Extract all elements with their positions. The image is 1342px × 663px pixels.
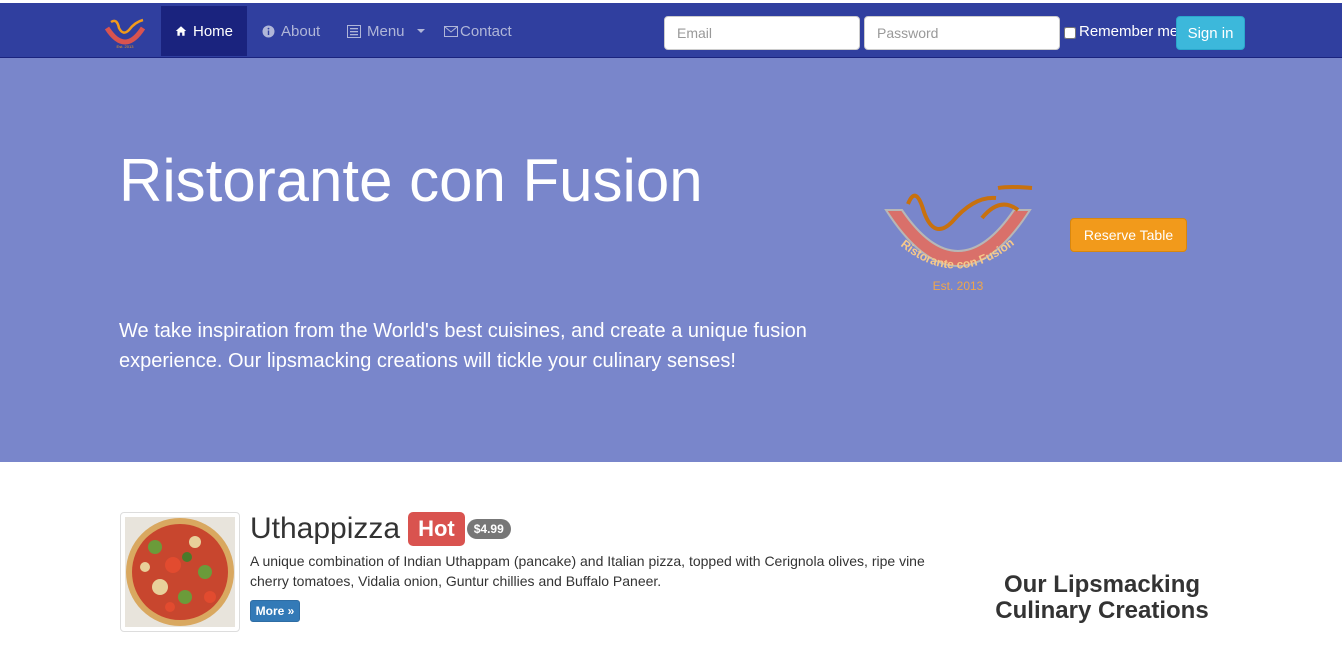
nav-about-label: About [281, 22, 321, 40]
side-heading: Our Lipsmacking Culinary Creations [995, 571, 1209, 624]
nav-menu[interactable]: Menu [347, 6, 425, 56]
nav-about[interactable]: About [262, 6, 320, 56]
price-badge: $4.99 [466, 519, 511, 539]
nav-contact[interactable]: Contact [444, 6, 512, 56]
nav-menu-label: Menu [367, 22, 405, 40]
list-icon [347, 24, 361, 38]
dish-name: Uthappizza [250, 512, 401, 545]
reserve-table-button[interactable]: Reserve Table [1070, 218, 1187, 252]
nav-contact-label: Contact [460, 22, 512, 40]
remember-me-checkbox[interactable] [1064, 26, 1076, 39]
dish-heading: Uthappizza Hot $4.99 [250, 512, 511, 546]
nav-home[interactable]: Home [161, 6, 247, 56]
brand-logo[interactable]: Est. 2013 [103, 16, 147, 50]
password-field[interactable] [864, 16, 1060, 50]
hot-badge: Hot [408, 512, 465, 546]
navbar: Est. 2013 Home About Menu Contact Rememb… [0, 0, 1342, 58]
remember-me[interactable]: Remember me [1064, 23, 1178, 40]
page-title: Ristorante con Fusion [119, 147, 703, 214]
info-icon [262, 25, 275, 37]
pizza-image [125, 517, 235, 627]
more-button[interactable]: More » [250, 600, 300, 622]
jumbotron: Ristorante con Fusion We take inspiratio… [0, 58, 1342, 462]
dish-image [120, 512, 240, 632]
home-icon [175, 26, 187, 36]
envelope-icon [444, 25, 458, 37]
restaurant-logo-est: Est. 2013 [933, 279, 984, 293]
jumbotron-text: We take inspiration from the World's bes… [119, 320, 807, 372]
email-field[interactable] [664, 16, 860, 50]
sign-in-button[interactable]: Sign in [1176, 16, 1245, 50]
dish-description: A unique combination of Indian Uthappam … [250, 553, 925, 589]
remember-me-label: Remember me [1079, 23, 1179, 40]
chevron-down-icon [416, 29, 425, 33]
restaurant-logo: Ristorante con Fusion Est. 2013 [884, 185, 1033, 293]
brand-logo-text: Est. 2013 [117, 44, 135, 49]
nav-home-label: Home [192, 22, 233, 40]
